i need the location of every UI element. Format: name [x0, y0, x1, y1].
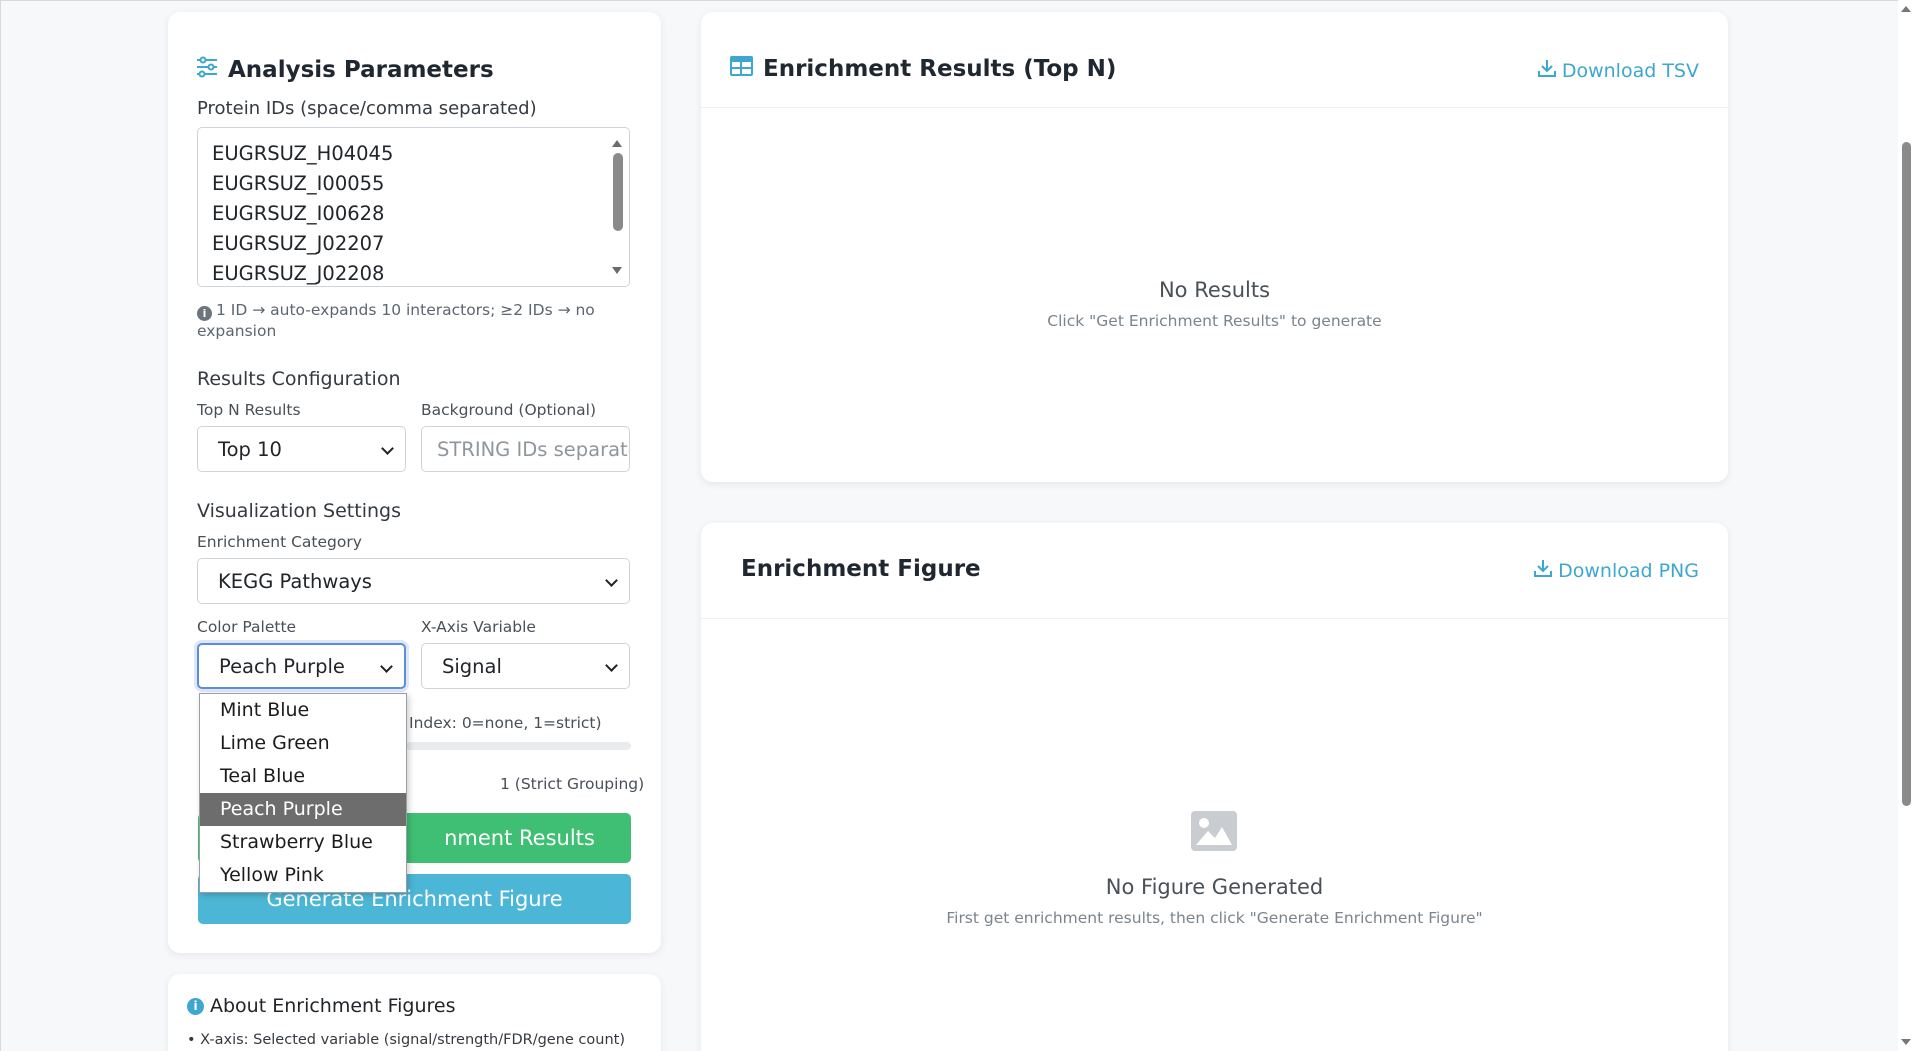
page-scrollbar[interactable] — [1898, 0, 1916, 1051]
protein-id-line: EUGRSUZ_J02207 — [212, 232, 385, 255]
palette-option[interactable]: Lime Green — [200, 727, 406, 760]
topn-select[interactable]: Top 10 — [197, 426, 406, 472]
expansion-hint-text: 1 ID → auto-expands 10 interactors; ≥2 I… — [197, 301, 595, 340]
topn-value: Top 10 — [218, 437, 282, 461]
background-input[interactable]: STRING IDs separated — [421, 426, 630, 472]
category-label: Enrichment Category — [197, 533, 362, 551]
params-header: Analysis Parameters — [196, 56, 494, 84]
palette-option[interactable]: Strawberry Blue — [200, 826, 406, 859]
results-header: Enrichment Results (Top N) — [730, 56, 1116, 82]
scroll-up-arrow-icon[interactable] — [1901, 6, 1911, 12]
xaxis-select[interactable]: Signal — [421, 643, 630, 689]
palette-select[interactable]: Peach Purple — [197, 643, 406, 689]
textarea-scrollbar[interactable] — [612, 132, 627, 282]
image-placeholder-icon — [1191, 811, 1237, 855]
scroll-down-arrow-icon[interactable] — [1901, 1039, 1911, 1045]
cluster-max-label: 1 (Strict Grouping) — [500, 775, 645, 793]
results-empty-title: No Results — [1158, 278, 1271, 302]
params-title: Analysis Parameters — [228, 57, 494, 83]
palette-option[interactable]: Peach Purple — [200, 793, 406, 826]
figure-divider — [701, 618, 1728, 619]
scroll-down-arrow-icon[interactable] — [612, 267, 622, 274]
chevron-down-icon — [381, 442, 394, 455]
results-config-title: Results Configuration — [197, 368, 401, 390]
scroll-up-arrow-icon[interactable] — [612, 140, 622, 147]
download-png-label: Download PNG — [1558, 559, 1699, 582]
chevron-down-icon — [605, 659, 618, 672]
about-line: • X-axis: Selected variable (signal/stre… — [187, 1032, 625, 1048]
protein-id-lines: EUGRSUZ_H04045 EUGRSUZ_I00055 EUGRSUZ_I006… — [212, 139, 394, 286]
enrichment-figure-card: Enrichment Figure Download PNG No Figure… — [701, 523, 1728, 1051]
enrichment-results-card: Enrichment Results (Top N) Download TSV … — [701, 12, 1728, 482]
figure-title: Enrichment Figure — [741, 556, 981, 582]
download-png-link[interactable]: Download PNG — [1534, 559, 1699, 582]
download-icon — [1534, 559, 1553, 582]
cluster-hint: Index: 0=none, 1=strict) — [409, 714, 602, 732]
protein-ids-textarea[interactable]: EUGRSUZ_H04045 EUGRSUZ_I00055 EUGRSUZ_I006… — [197, 127, 630, 287]
sliders-icon — [196, 56, 218, 84]
palette-option[interactable]: Mint Blue — [200, 694, 406, 727]
figure-empty-title: No Figure Generated — [1105, 875, 1324, 899]
expansion-hint: i1 ID → auto-expands 10 interactors; ≥2 … — [197, 300, 617, 341]
results-divider — [701, 107, 1728, 108]
about-card: i About Enrichment Figures • X-axis: Sel… — [168, 974, 661, 1051]
palette-option[interactable]: Teal Blue — [200, 760, 406, 793]
xaxis-value: Signal — [442, 654, 502, 678]
protein-id-line: EUGRSUZ_I00055 — [212, 172, 385, 195]
topn-label: Top N Results — [197, 401, 301, 419]
protein-id-line: EUGRSUZ_I00628 — [212, 202, 385, 225]
palette-value: Peach Purple — [219, 654, 345, 678]
download-tsv-label: Download TSV — [1561, 59, 1699, 82]
figure-empty-subtitle: First get enrichment results, then click… — [946, 909, 1483, 927]
chevron-down-icon — [380, 660, 393, 673]
protein-ids-label: Protein IDs (space/comma separated) — [197, 98, 537, 119]
figure-header: Enrichment Figure — [741, 556, 981, 582]
about-header: i About Enrichment Figures — [187, 995, 455, 1017]
textarea-scroll-thumb[interactable] — [613, 153, 623, 231]
results-title: Enrichment Results (Top N) — [763, 56, 1117, 82]
palette-option[interactable]: Yellow Pink — [200, 859, 406, 892]
page-scroll-thumb[interactable] — [1902, 142, 1911, 806]
palette-label: Color Palette — [197, 618, 297, 636]
cluster-slider[interactable] — [406, 742, 631, 750]
info-icon: i — [197, 306, 212, 321]
category-value: KEGG Pathways — [218, 569, 372, 593]
category-select[interactable]: KEGG Pathways — [197, 558, 630, 604]
xaxis-label: X-Axis Variable — [421, 618, 536, 636]
protein-id-line: EUGRSUZ_J02208 — [212, 262, 385, 285]
background-label: Background (Optional) — [421, 401, 597, 419]
results-empty-subtitle: Click "Get Enrichment Results" to genera… — [1047, 312, 1382, 330]
chevron-down-icon — [605, 574, 618, 587]
protein-id-line: EUGRSUZ_H04045 — [212, 142, 394, 165]
background-placeholder: STRING IDs separated — [437, 437, 629, 461]
download-icon — [1537, 59, 1556, 82]
palette-dropdown-list[interactable]: Mint Blue Lime Green Teal Blue Peach Purple… — [199, 693, 407, 893]
table-icon — [730, 56, 753, 82]
info-icon: i — [187, 997, 204, 1015]
about-title: About Enrichment Figures — [210, 995, 456, 1017]
viz-settings-title: Visualization Settings — [197, 500, 401, 522]
download-tsv-link[interactable]: Download TSV — [1537, 59, 1699, 82]
